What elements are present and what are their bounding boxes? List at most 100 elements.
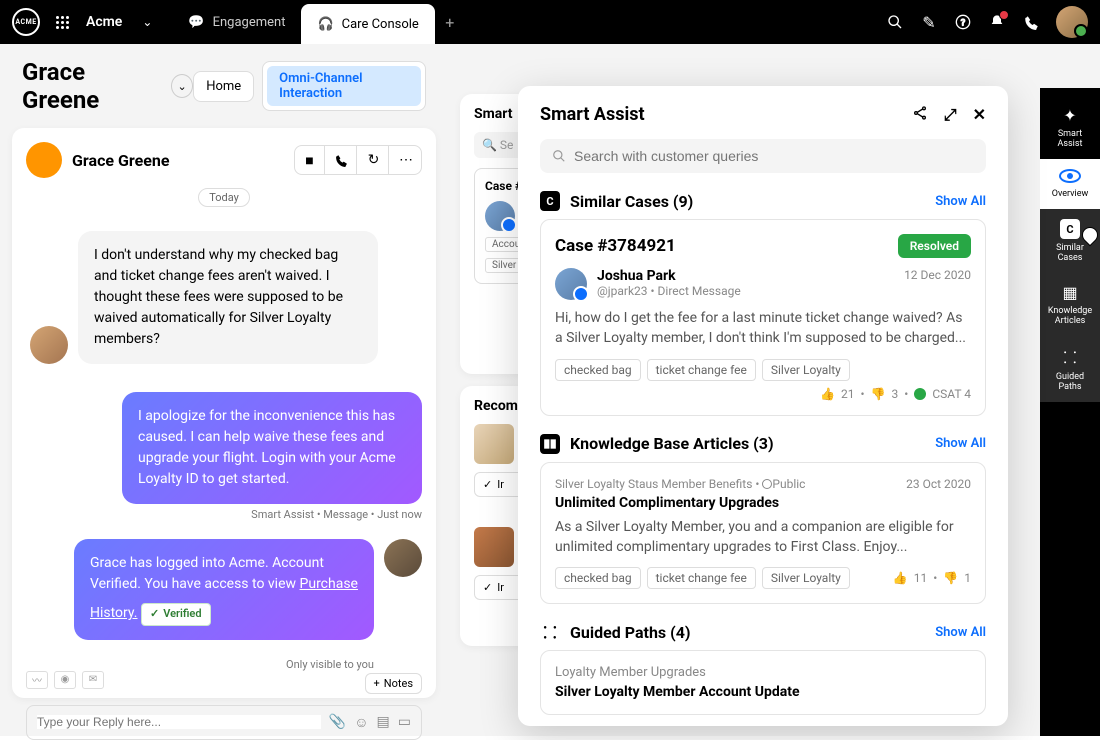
home-button[interactable]: Home [193,71,254,102]
agent-avatar [384,539,422,577]
tag[interactable]: checked bag [555,359,641,381]
message-agent-2: Grace has logged into Acme. Account Veri… [26,539,422,640]
logo: ACME [12,8,40,36]
cases-icon: C [540,191,560,211]
smart-assist-panel: Smart Assist ⤢ ✕ C Similar Cases (9) Sho… [518,86,1008,726]
tab-bar: 💬 Engagement 🎧 Care Console + [172,0,464,44]
brand-dropdown-icon[interactable]: ⌄ [142,15,152,29]
guided-card[interactable]: Loyalty Member Upgrades Silver Loyalty M… [540,650,986,715]
user-avatar[interactable] [1056,6,1088,38]
reply-input[interactable] [37,715,321,729]
thumbs-down-icon[interactable]: 👎 [871,387,886,401]
kb-card[interactable]: Silver Loyalty Staus Member Benefits • P… [540,462,986,605]
show-all-link[interactable]: Show All [935,436,986,451]
sidebar-smart-assist[interactable]: ✦ Smart Assist [1040,96,1100,159]
thumbs-up-icon[interactable]: 👍 [820,387,835,401]
search-icon[interactable] [886,13,904,31]
camera-icon[interactable]: ◉ [54,671,76,689]
right-sidebar: ✦ Smart Assist Overview C Similar Cases … [1040,88,1100,736]
brand-name: Acme [86,14,122,30]
thumbs-up-icon[interactable]: 👍 [893,571,908,585]
notes-button[interactable]: + Notes [365,673,422,694]
more-button[interactable]: ⋯ [391,146,421,174]
tag[interactable]: Silver Loyalty [762,567,850,589]
chat-header: Grace Greene ■ ↻ ⋯ [26,142,422,178]
chat-footer: 〰 ◉ ✉ + Notes 📎 ☺ ▤ ▭ [26,671,422,740]
app-launcher-icon[interactable] [48,8,76,36]
panel-header: Smart Assist ⤢ ✕ [540,104,986,125]
page-title: Grace Greene [22,58,157,114]
tab-add-button[interactable]: + [435,0,465,44]
refresh-button[interactable]: ↻ [359,146,389,174]
case-date: 12 Dec 2020 [904,268,971,300]
case-user-name: Joshua Park [597,268,741,284]
phone-icon[interactable] [1022,13,1040,31]
title-dropdown-icon[interactable]: ⌄ [171,74,193,98]
tag[interactable]: ticket change fee [647,567,756,589]
video-call-button[interactable]: ■ [295,146,325,174]
help-icon[interactable]: ? [954,13,972,31]
peek-thumb [474,527,514,567]
left-column: Grace Greene ⌄ Home Omni-Channel Interac… [0,44,448,736]
headset-icon: 🎧 [317,17,333,32]
kb-sub: Silver Loyalty Staus Member Benefits • P… [555,477,805,491]
sidebar-label: Smart Assist [1058,129,1083,149]
chat-toolbar: ■ ↻ ⋯ [294,145,422,175]
share-icon[interactable] [912,105,928,125]
message-bubble: I don't understand why my checked bag an… [78,231,378,364]
sidebar-guided[interactable]: ⸬ Guided Paths [1040,336,1100,402]
guided-sub: Loyalty Member Upgrades [555,665,971,680]
case-id: Case #3784921 [555,236,676,256]
tag-row: checked bag ticket change fee Silver Loy… [555,359,971,401]
tag[interactable]: ticket change fee [647,359,756,381]
verified-badge: ✓ Verified [141,603,211,626]
date-divider: Today [198,188,250,207]
card-icon[interactable]: ▭ [398,714,411,730]
message-icon[interactable]: ✉ [82,671,104,689]
sidebar-label: Guided Paths [1056,372,1084,392]
omni-channel-tab[interactable]: Omni-Channel Interaction [267,66,421,106]
show-all-link[interactable]: Show All [935,625,986,640]
wave-icon[interactable]: 〰 [26,671,48,689]
template-icon[interactable]: ▤ [377,714,390,730]
section-title: Guided Paths (4) [570,623,690,642]
status-badge: Resolved [898,234,971,258]
emoji-icon[interactable]: ☺ [354,714,368,731]
thumbs-down-icon[interactable]: 👎 [943,571,958,585]
sidebar-label: Knowledge Articles [1048,306,1092,326]
book-icon: ▦ [1062,283,1077,302]
case-card[interactable]: Case #3784921 Resolved Joshua Park @jpar… [540,219,986,416]
sidebar-label: Similar Cases [1056,243,1084,263]
close-icon[interactable]: ✕ [973,105,986,125]
sidebar-overview[interactable]: Overview [1040,159,1100,209]
panel-search[interactable] [540,139,986,173]
tab-label: Care Console [342,17,419,32]
omni-tab-container: Omni-Channel Interaction [262,61,426,111]
panel-search-input[interactable] [574,148,974,164]
attach-icon[interactable]: 📎 [329,714,346,730]
customer-avatar-msg [30,326,68,364]
guided-header: ⸬ Guided Paths (4) Show All [540,622,986,642]
expand-icon[interactable]: ⤢ [944,105,957,125]
sidebar-similar-cases[interactable]: C Similar Cases [1040,209,1100,273]
bell-icon[interactable] [988,13,1006,31]
tab-care-console[interactable]: 🎧 Care Console [301,4,434,44]
pencil-icon[interactable]: ✎ [920,13,938,31]
message-bubble: I apologize for the inconvenience this h… [122,392,422,504]
message-bubble: Grace has logged into Acme. Account Veri… [74,539,374,640]
sidebar-knowledge[interactable]: ▦ Knowledge Articles [1040,273,1100,336]
show-all-link[interactable]: Show All [935,194,986,209]
visibility-note: Only visible to you [26,658,374,671]
phone-call-button[interactable] [327,146,357,174]
customer-name: Grace Greene [72,151,170,170]
chat-icon: 💬 [188,15,204,30]
reply-input-container: 📎 ☺ ▤ ▭ [26,705,422,740]
tab-engagement[interactable]: 💬 Engagement [172,0,301,44]
notification-badge [999,10,1009,20]
kb-date: 23 Oct 2020 [906,477,971,495]
main-area: Grace Greene ⌄ Home Omni-Channel Interac… [0,44,1100,736]
chat-card: Grace Greene ■ ↻ ⋯ Today I don't underst… [12,128,436,698]
tag[interactable]: checked bag [555,567,641,589]
tag[interactable]: Silver Loyalty [762,359,850,381]
kb-title: Unlimited Complimentary Upgrades [555,495,971,511]
